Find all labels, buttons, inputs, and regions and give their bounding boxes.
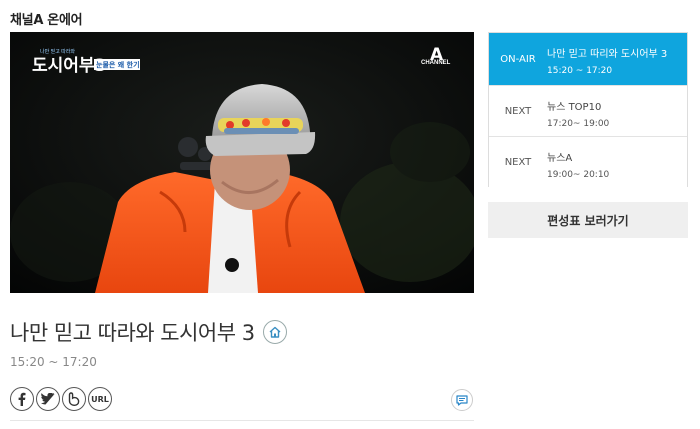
schedule-status: NEXT (504, 105, 532, 117)
band-icon (68, 392, 80, 406)
schedule-status: NEXT (504, 156, 532, 168)
twitter-share-button[interactable] (36, 387, 60, 411)
channel-logo: CHANNEL (421, 60, 451, 66)
schedule-list: ON-AIR 나만 믿고 따리와 도시어부 3 15:20 ~ 17:20 NE… (488, 32, 688, 187)
program-title: 나만 믿고 따라와 도시어부 3 (10, 321, 255, 345)
chat-button[interactable] (451, 389, 473, 411)
schedule-status: ON-AIR (500, 53, 536, 65)
section-title: 채널A 온에어 (10, 13, 83, 28)
timetable-button[interactable]: 편성표 보러가기 (488, 202, 688, 238)
program-time: 15:20 ~ 17:20 (10, 355, 97, 369)
schedule-program-time: 19:00~ 20:10 (547, 170, 610, 180)
url-copy-button[interactable]: URL (88, 387, 112, 411)
program-title-row: 나만 믿고 따라와 도시어부 3 (10, 317, 287, 347)
url-label: URL (91, 394, 109, 404)
home-icon (269, 326, 281, 338)
divider (10, 420, 474, 421)
schedule-program-name: 나만 믿고 따리와 도시어부 3 (547, 49, 668, 60)
facebook-share-button[interactable] (10, 387, 34, 411)
schedule-program-time: 17:20~ 19:00 (547, 119, 610, 129)
facebook-icon (18, 392, 26, 406)
chat-icon (456, 394, 468, 406)
schedule-item-next[interactable]: NEXT 뉴스 TOP10 17:20~ 19:00 (489, 85, 687, 136)
video-player[interactable]: 나만 믿고 따라와 도시어부3 눈물은 왜 한기 A CHANNEL (10, 32, 474, 293)
band-share-button[interactable] (62, 387, 86, 411)
schedule-item-next[interactable]: NEXT 뉴스A 19:00~ 20:10 (489, 136, 687, 187)
video-frame: 나만 믿고 따라와 도시어부3 눈물은 왜 한기 A CHANNEL (10, 32, 474, 293)
schedule-program-time: 15:20 ~ 17:20 (547, 66, 613, 76)
share-buttons: URL (10, 387, 112, 411)
caption-tag: 눈물은 왜 한기 (96, 60, 140, 69)
show-logo-small: 나만 믿고 따라와 (40, 48, 75, 55)
schedule-program-name: 뉴스A (547, 153, 573, 164)
home-button[interactable] (262, 320, 287, 344)
twitter-icon (41, 393, 55, 405)
schedule-item-onair[interactable]: ON-AIR 나만 믿고 따리와 도시어부 3 15:20 ~ 17:20 (489, 33, 687, 85)
schedule-program-name: 뉴스 TOP10 (547, 102, 602, 113)
